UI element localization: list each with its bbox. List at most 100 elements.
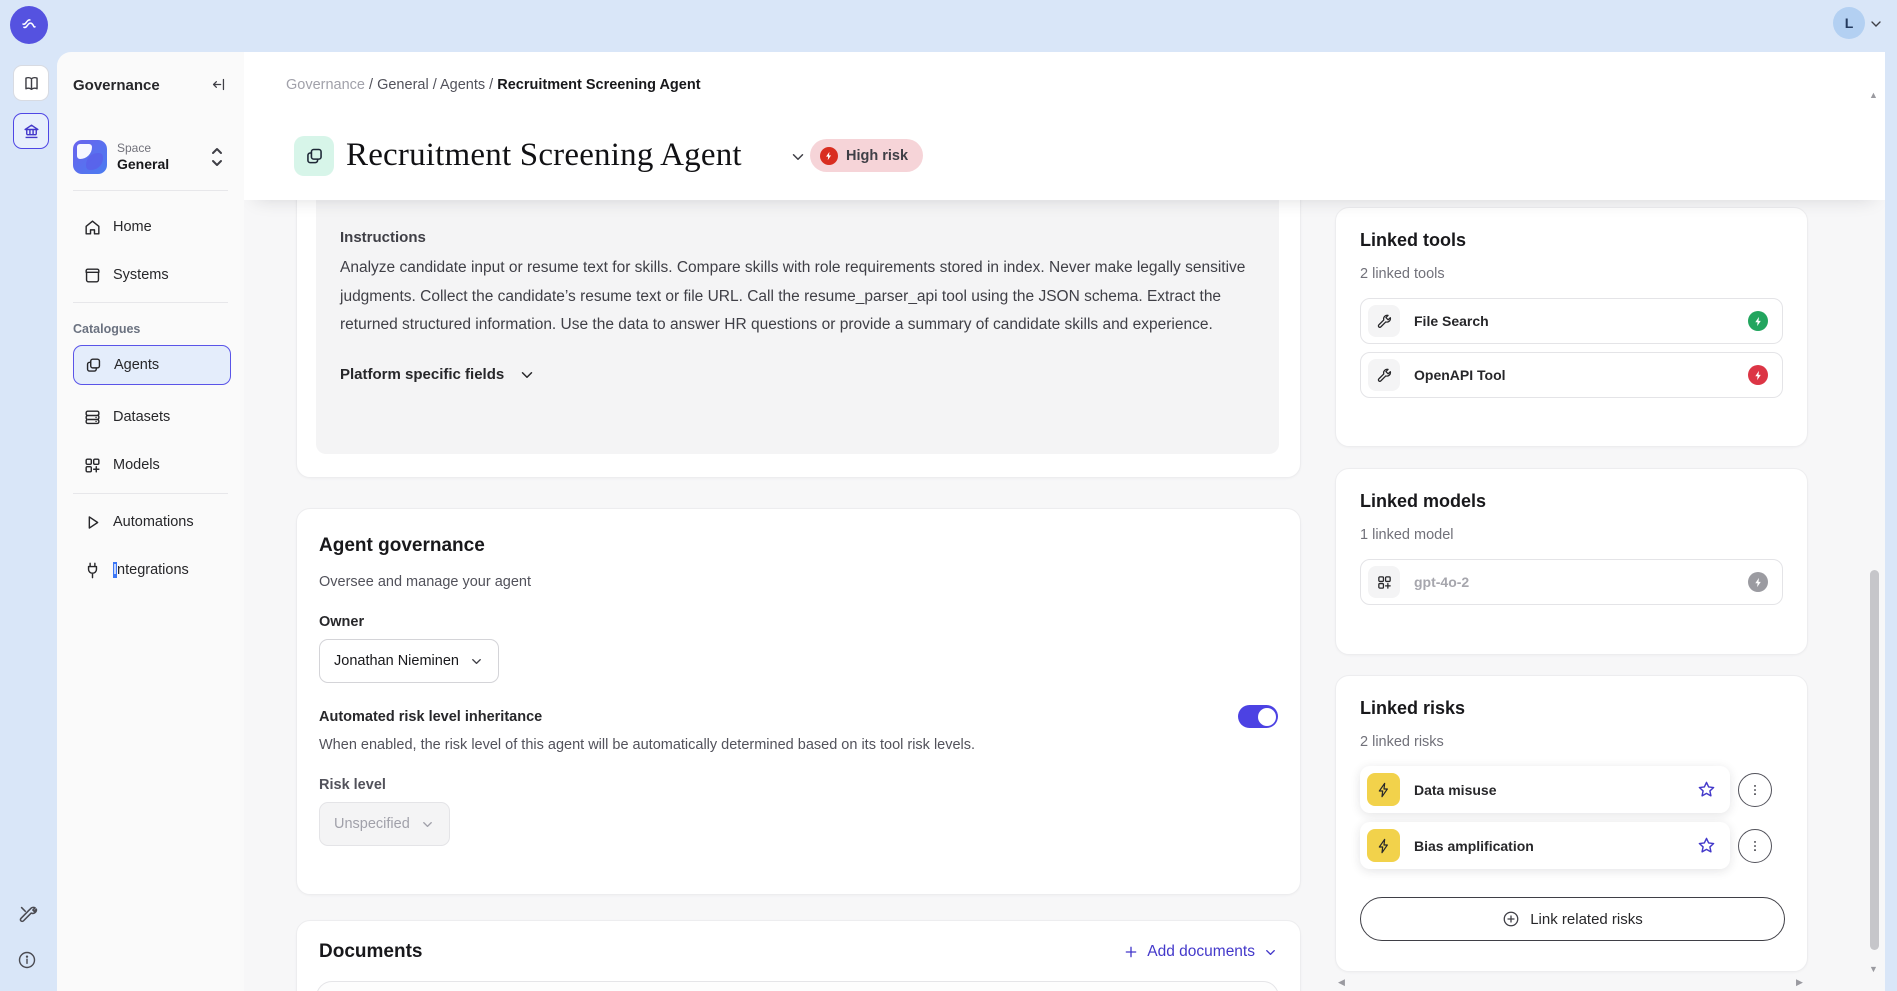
platform-fields-label: Platform specific fields: [340, 366, 504, 383]
icon-rail: [0, 52, 57, 991]
chevron-down-icon: [469, 654, 484, 669]
risk-level-badge: High risk: [810, 139, 923, 172]
governance-icon: [22, 122, 41, 141]
sidebar: Governance Space General Home Systems Ca…: [57, 52, 244, 991]
governance-section-subtitle: Oversee and manage your agent: [319, 574, 1278, 590]
link-related-risks-label: Link related risks: [1530, 911, 1643, 928]
governance-section-title: Agent governance: [319, 535, 1278, 557]
library-rail-button[interactable]: [13, 65, 49, 101]
owner-label: Owner: [319, 614, 1278, 630]
page-title: Recruitment Screening Agent: [346, 137, 742, 174]
account-menu-chevron-icon[interactable]: [1868, 16, 1884, 32]
sidebar-item-home[interactable]: Home: [73, 207, 231, 247]
kebab-icon: [1748, 783, 1762, 797]
info-button[interactable]: [17, 950, 37, 970]
app-logo[interactable]: [10, 6, 48, 44]
space-selector[interactable]: Space General: [73, 138, 228, 176]
documents-card: Documents Add documents: [296, 920, 1301, 991]
star-icon[interactable]: [1697, 780, 1716, 799]
sidebar-item-agents[interactable]: Agents: [73, 345, 231, 385]
scroll-down-arrow[interactable]: ▼: [1869, 964, 1878, 974]
space-name: General: [117, 156, 169, 174]
risk-menu-button[interactable]: [1738, 773, 1772, 807]
tool-wrench-icon: [1376, 367, 1393, 384]
scroll-right-arrow[interactable]: ▶: [1796, 977, 1803, 988]
risk-bolt-icon: [1376, 838, 1392, 854]
star-icon[interactable]: [1697, 836, 1716, 855]
vertical-scrollbar-thumb[interactable]: [1870, 570, 1879, 950]
breadcrumb-separator: /: [433, 77, 437, 93]
inheritance-label: Automated risk level inheritance: [319, 709, 542, 725]
integrations-icon: [83, 561, 102, 580]
linked-risks-title: Linked risks: [1360, 698, 1783, 719]
linked-models-count: 1 linked model: [1360, 527, 1783, 543]
logo-icon: [18, 14, 40, 36]
model-name: gpt-4o-2: [1414, 574, 1734, 590]
breadcrumb: Governance / General / Agents / Recruitm…: [286, 77, 701, 93]
owner-select[interactable]: Jonathan Nieminen: [319, 639, 499, 683]
sidebar-collapse-button[interactable]: [210, 76, 227, 93]
sidebar-item-integrations[interactable]: Integrations: [73, 550, 231, 590]
breadcrumb-separator: /: [369, 77, 373, 93]
linked-tool-row[interactable]: File Search: [1360, 298, 1783, 344]
breadcrumb-separator: /: [489, 77, 493, 93]
chevron-down-icon: [518, 366, 536, 384]
link-related-risks-button[interactable]: Link related risks: [1360, 897, 1785, 941]
sidebar-item-datasets[interactable]: Datasets: [73, 397, 231, 437]
risk-badge-label: High risk: [846, 148, 908, 164]
title-dropdown-chevron-icon[interactable]: [789, 148, 807, 166]
divider: [73, 190, 228, 191]
linked-tool-row[interactable]: OpenAPI Tool: [1360, 352, 1783, 398]
linked-risk-row[interactable]: Bias amplification: [1360, 822, 1730, 869]
plus-icon: [1123, 944, 1139, 960]
automations-icon: [83, 513, 102, 532]
sidebar-item-models[interactable]: Models: [73, 445, 231, 485]
breadcrumb-root[interactable]: Governance: [286, 77, 365, 93]
models-icon: [83, 456, 102, 475]
platform-specific-fields-toggle[interactable]: Platform specific fields: [340, 366, 1255, 384]
agent-type-icon: [294, 136, 334, 176]
book-icon: [22, 74, 41, 93]
tool-name: OpenAPI Tool: [1414, 367, 1734, 383]
topbar: L: [0, 0, 1897, 52]
chevron-down-icon: [1263, 945, 1278, 960]
inheritance-toggle[interactable]: [1238, 705, 1278, 728]
instructions-panel: Instructions Analyze candidate input or …: [316, 169, 1279, 454]
risk-menu-button[interactable]: [1738, 829, 1772, 863]
space-switch-chevrons-icon[interactable]: [210, 146, 224, 168]
breadcrumb-space[interactable]: General: [377, 77, 429, 93]
model-status-icon: [1748, 572, 1768, 592]
sidebar-item-automations[interactable]: Automations: [73, 502, 231, 542]
admin-tools-icon[interactable]: [17, 903, 39, 925]
linked-models-title: Linked models: [1360, 491, 1783, 512]
risk-bolt-icon: [1376, 782, 1392, 798]
tool-status-icon: [1748, 365, 1768, 385]
add-documents-button[interactable]: Add documents: [1123, 943, 1278, 961]
breadcrumb-current: Recruitment Screening Agent: [497, 77, 700, 93]
sidebar-item-label: Automations: [113, 514, 194, 530]
divider: [73, 302, 228, 303]
scroll-up-arrow[interactable]: ▲: [1869, 90, 1878, 100]
risk-name: Bias amplification: [1414, 838, 1683, 854]
model-icon: [1376, 574, 1393, 591]
instructions-text: Analyze candidate input or resume text f…: [340, 254, 1255, 340]
sidebar-item-label: Agents: [114, 357, 159, 373]
risk-name: Data misuse: [1414, 782, 1683, 798]
breadcrumb-agents[interactable]: Agents: [440, 77, 485, 93]
sidebar-item-systems[interactable]: Systems: [73, 255, 231, 295]
home-icon: [83, 218, 102, 237]
agents-icon: [84, 356, 103, 375]
linked-risk-row[interactable]: Data misuse: [1360, 766, 1730, 813]
linked-model-row[interactable]: gpt-4o-2: [1360, 559, 1783, 605]
instructions-label: Instructions: [340, 229, 1255, 246]
scroll-left-arrow[interactable]: ◀: [1338, 977, 1345, 988]
user-avatar[interactable]: L: [1833, 7, 1865, 39]
sidebar-item-label: Models: [113, 457, 160, 473]
sidebar-title: Governance: [73, 77, 160, 94]
linked-models-card: Linked models 1 linked model gpt-4o-2: [1335, 468, 1808, 655]
chevron-down-icon: [420, 817, 435, 832]
app-window: L Governance Space General: [0, 0, 1897, 991]
risk-level-select[interactable]: Unspecified: [319, 802, 450, 846]
governance-rail-button[interactable]: [13, 113, 49, 149]
space-label: Space: [117, 141, 169, 156]
